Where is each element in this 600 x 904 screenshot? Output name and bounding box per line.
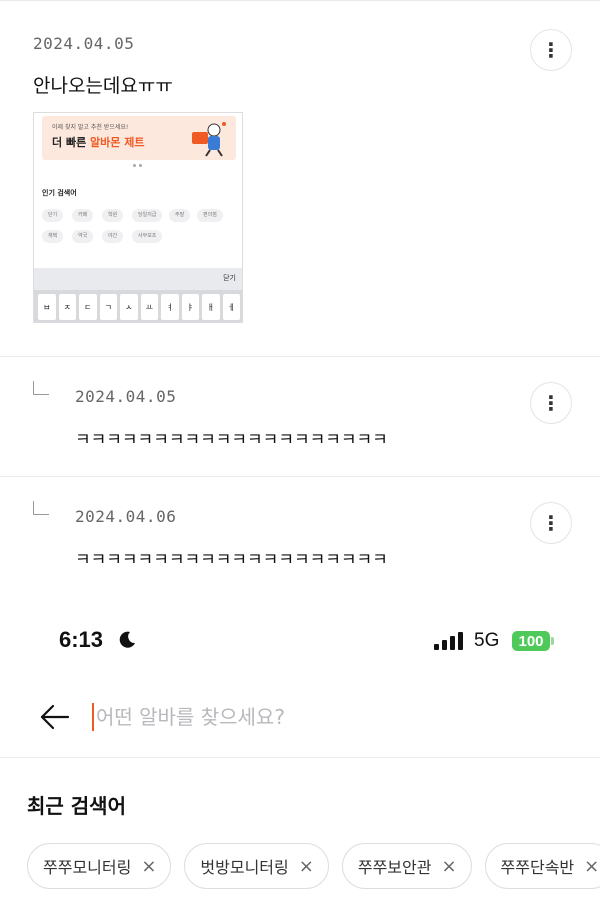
reply-arrow-icon [33, 501, 49, 515]
remove-icon[interactable]: × [141, 856, 156, 877]
popular-chip: 주말 [169, 209, 191, 222]
popular-chip: 단기 [42, 209, 64, 222]
recent-search-chip[interactable]: 쭈쭈모니터링 × [27, 843, 172, 889]
keyboard-close-label: 닫기 [223, 274, 236, 282]
attached-image[interactable]: 이제 찾지 말고 추천 받으세요! 더 빠른 알바몬 제트 인기 검색어 단기 … [33, 112, 243, 323]
popular-chip: 사무보조 [132, 230, 163, 243]
reply-text: ㅋㅋㅋㅋㅋㅋㅋㅋㅋㅋㅋㅋㅋㅋㅋㅋㅋㅋㅋㅋ [75, 430, 388, 450]
recent-search-chip[interactable]: 쭈쭈단속반 × [484, 843, 600, 889]
keyboard-key: ㅐ [202, 294, 220, 320]
popular-chip: 야간 [102, 230, 124, 243]
keyboard-key: ㅑ [181, 294, 199, 320]
carousel-dots [133, 164, 142, 167]
promo-banner: 이제 찾지 말고 추천 받으세요! 더 빠른 알바몬 제트 [42, 116, 236, 160]
popular-chip: 당일지급 [132, 209, 163, 222]
search-input[interactable] [96, 700, 536, 734]
more-vertical-icon: ⋮ [541, 391, 561, 415]
comment-item: 2024.04.05 ⋮ 안나오는데요ㅠㅠ 이제 찾지 말고 추천 받으세요! … [0, 0, 600, 356]
reply-text: ㅋㅋㅋㅋㅋㅋㅋㅋㅋㅋㅋㅋㅋㅋㅋㅋㅋㅋㅋㅋ [75, 550, 388, 570]
popular-chip: 학원 [102, 209, 124, 222]
banner-title: 더 빠른 알바몬 제트 [52, 134, 144, 150]
text-cursor [92, 703, 94, 731]
comment-text: 안나오는데요ㅠㅠ [33, 75, 173, 97]
more-options-button[interactable]: ⋮ [530, 29, 572, 71]
keyboard-row: ㅂ ㅈ ㄷ ㄱ ㅅ ㅛ ㅕ ㅑ ㅐ ㅔ [34, 290, 242, 322]
more-options-button[interactable]: ⋮ [530, 502, 572, 544]
battery-tip [551, 637, 554, 645]
back-arrow-icon[interactable] [38, 700, 72, 734]
cellular-signal-icon [434, 632, 463, 650]
reply-date: 2024.04.06 [75, 507, 177, 526]
keyboard-key: ㅂ [38, 294, 56, 320]
keyboard-toolbar: 닫기 [34, 268, 242, 290]
recent-search-label: 쭈쭈보안관 [357, 858, 432, 877]
remove-icon[interactable]: × [299, 856, 314, 877]
divider [0, 757, 600, 758]
reply-item: 2024.04.05 ⋮ ㅋㅋㅋㅋㅋㅋㅋㅋㅋㅋㅋㅋㅋㅋㅋㅋㅋㅋㅋㅋ [0, 356, 600, 476]
keyboard-key: ㅈ [58, 294, 76, 320]
popular-searches-title: 인기 검색어 [42, 189, 77, 197]
recent-searches-title: 최근 검색어 [27, 794, 126, 818]
banner-title-pre: 더 빠른 [52, 136, 91, 149]
remove-icon[interactable]: × [584, 856, 599, 877]
reply-item: 2024.04.06 ⋮ ㅋㅋㅋㅋㅋㅋㅋㅋㅋㅋㅋㅋㅋㅋㅋㅋㅋㅋㅋㅋ [0, 476, 600, 600]
remove-icon[interactable]: × [441, 856, 456, 877]
reply-date: 2024.04.05 [75, 387, 177, 406]
more-options-button[interactable]: ⋮ [530, 382, 572, 424]
popular-chip: 약국 [72, 230, 94, 243]
popular-chip: 재택 [42, 230, 64, 243]
keyboard-key: ㅛ [140, 294, 158, 320]
status-time: 6:13 [59, 627, 104, 652]
recent-search-label: 쭈쭈단속반 [500, 858, 575, 877]
popular-chip: 편의점 [197, 209, 223, 222]
recent-search-chip[interactable]: 쭈쭈보안관 × [341, 843, 472, 889]
battery-icon: 100 [512, 631, 550, 651]
banner-subtitle: 이제 찾지 말고 추천 받으세요! [52, 124, 129, 131]
comment-date: 2024.04.05 [33, 34, 135, 53]
keyboard-key: ㅔ [222, 294, 240, 320]
banner-title-accent: 알바몬 제트 [90, 136, 145, 149]
keyboard-key: ㄱ [99, 294, 117, 320]
more-vertical-icon: ⋮ [541, 511, 561, 535]
more-vertical-icon: ⋮ [541, 38, 561, 62]
moon-icon [119, 631, 135, 648]
recent-searches-list[interactable]: 쭈쭈모니터링 × 벗방모니터링 × 쭈쭈보안관 × 쭈쭈단속반 × [27, 843, 600, 891]
keyboard-key: ㅅ [120, 294, 138, 320]
network-type: 5G [474, 630, 500, 651]
recent-search-label: 쭈쭈모니터링 [43, 858, 132, 877]
keyboard-key: ㄷ [79, 294, 97, 320]
keyboard-key: ㅕ [161, 294, 179, 320]
popular-chip: 카페 [72, 209, 94, 222]
reply-arrow-icon [33, 381, 49, 395]
mascot-illustration [192, 122, 226, 157]
recent-search-label: 벗방모니터링 [200, 858, 289, 877]
recent-search-chip[interactable]: 벗방모니터링 × [184, 843, 329, 889]
